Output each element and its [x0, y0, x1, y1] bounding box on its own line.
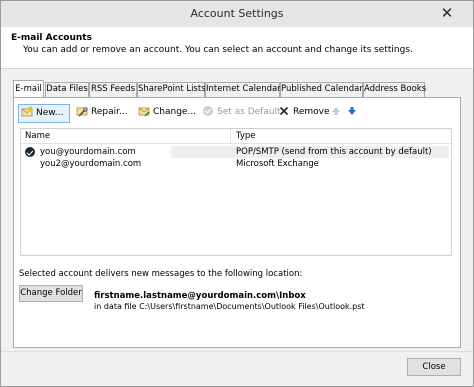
column-header-type[interactable]: Type — [236, 131, 256, 141]
account-type: POP/SMTP (send from this account by defa… — [236, 147, 432, 157]
account-type: Microsoft Exchange — [236, 159, 319, 169]
repair-button[interactable]: Repair... — [74, 104, 132, 123]
title-bar: Account Settings ✕ — [1, 1, 473, 27]
remove-button[interactable]: Remove — [276, 104, 330, 123]
default-account-check-icon — [25, 147, 35, 157]
repair-icon — [76, 105, 88, 117]
close-icon[interactable]: ✕ — [427, 3, 467, 23]
account-toolbar: New... Repair... Change... Set as Defaul… — [18, 104, 454, 124]
set-default-check-icon — [202, 105, 214, 117]
delivery-location: firstname.lastname@yourdomain.com\Inbox — [94, 291, 306, 301]
move-up-button[interactable] — [328, 104, 342, 123]
list-header: Name Type — [21, 129, 451, 144]
account-row[interactable]: you@yourdomain.com POP/SMTP (send from t… — [21, 146, 451, 158]
remove-x-icon — [278, 105, 290, 117]
change-button-label: Change... — [153, 107, 197, 117]
account-name: you2@yourdomain.com — [40, 159, 142, 169]
arrow-up-icon — [330, 105, 342, 117]
section-heading: E-mail Accounts — [11, 33, 92, 43]
column-header-name[interactable]: Name — [25, 131, 50, 141]
close-button[interactable]: Close — [407, 358, 461, 376]
arrow-down-icon — [346, 105, 358, 117]
window-title: Account Settings — [190, 7, 284, 20]
tab-published-calendars[interactable]: Published Calendars — [280, 82, 367, 97]
change-button[interactable]: Change... — [136, 104, 196, 123]
account-settings-dialog: Account Settings ✕ E-mail Accounts You c… — [0, 0, 474, 387]
account-name: you@yourdomain.com — [40, 147, 136, 157]
header-panel: E-mail Accounts You can add or remove an… — [1, 27, 473, 69]
tab-email[interactable]: E-mail — [13, 80, 44, 97]
section-description: You can add or remove an account. You ca… — [23, 45, 413, 55]
account-row[interactable]: you2@yourdomain.com Microsoft Exchange — [21, 158, 451, 170]
data-file-path: in data file C:\Users\firstname\Document… — [94, 302, 365, 311]
new-button-label: New... — [36, 108, 64, 118]
change-folder-button[interactable]: Change Folder — [19, 285, 83, 302]
delivery-description: Selected account delivers new messages t… — [19, 269, 303, 279]
new-button[interactable]: New... — [18, 104, 70, 123]
tab-internet-calendars[interactable]: Internet Calendars — [205, 82, 285, 97]
tab-rss-feeds[interactable]: RSS Feeds — [89, 82, 137, 97]
set-as-default-label: Set as Default — [217, 107, 281, 117]
repair-button-label: Repair... — [91, 107, 128, 117]
remove-button-label: Remove — [293, 107, 330, 117]
tab-address-books[interactable]: Address Books — [363, 82, 426, 97]
change-account-icon — [138, 105, 150, 117]
accounts-list[interactable]: Name Type you@yourdomain.com POP/SMTP (s… — [20, 128, 452, 256]
tab-data-files[interactable]: Data Files — [45, 82, 89, 97]
new-account-icon — [21, 106, 33, 118]
move-down-button[interactable] — [344, 104, 358, 123]
footer-divider — [1, 351, 473, 352]
tab-sharepoint-lists[interactable]: SharePoint Lists — [137, 82, 206, 97]
set-as-default-button[interactable]: Set as Default — [200, 104, 281, 123]
column-divider — [230, 129, 231, 143]
